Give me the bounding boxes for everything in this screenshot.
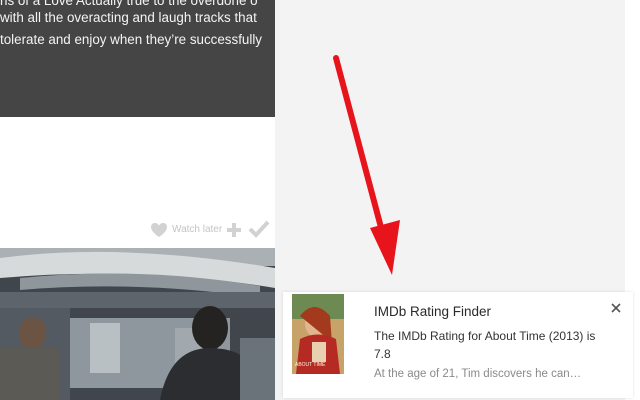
heart-icon[interactable] xyxy=(150,222,168,238)
article-text-card: ns of a Love Actually true to the overdo… xyxy=(0,0,275,117)
notification-message: The IMDb Rating for About Time (2013) is… xyxy=(374,329,596,361)
notification-title: IMDb Rating Finder xyxy=(374,304,492,319)
article-text-line: with all the overacting and laugh tracks… xyxy=(0,10,257,25)
card-spacer xyxy=(0,117,275,210)
notification-plot-excerpt: At the age of 21, Tim discovers he can… xyxy=(374,368,582,380)
left-column: ns of a Love Actually true to the overdo… xyxy=(0,0,275,400)
plus-icon[interactable] xyxy=(226,222,242,238)
watch-later-label[interactable]: Watch later xyxy=(172,224,222,235)
notification-popup[interactable]: ABOUT TIME IMDb Rating Finder The IMDb R… xyxy=(283,292,633,398)
red-arrow-annotation xyxy=(333,55,400,275)
poster-title-text: ABOUT TIME xyxy=(295,362,326,368)
movie-still-graphic xyxy=(0,248,275,400)
article-text-line: tolerate and enjoy when they’re successf… xyxy=(0,32,263,47)
close-icon[interactable] xyxy=(610,302,622,314)
check-icon[interactable] xyxy=(248,220,270,238)
movie-poster-image: ABOUT TIME xyxy=(292,294,344,374)
movie-still-image[interactable] xyxy=(0,248,275,400)
